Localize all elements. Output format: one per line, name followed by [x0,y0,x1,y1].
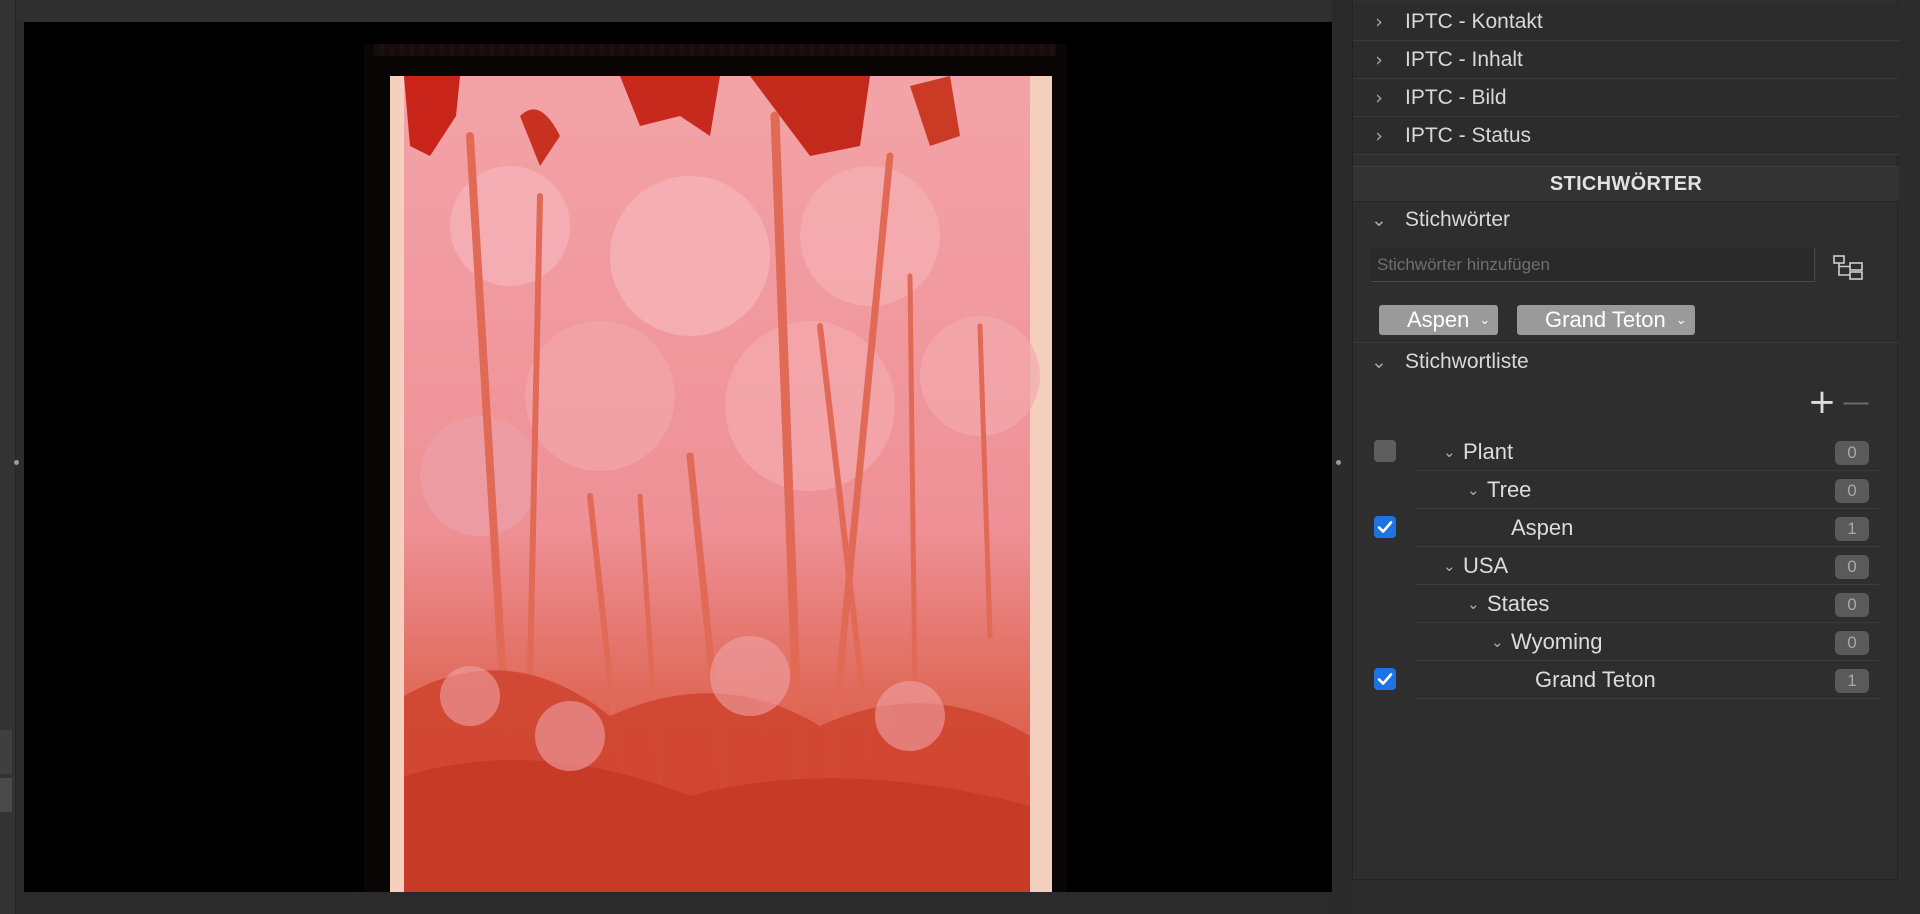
iptc-content-section[interactable]: › IPTC - Inhalt [1353,42,1899,79]
chevron-down-icon: ⌄ [1371,209,1387,231]
keyword-tag-grand-teton[interactable]: Grand Teton ⌄ [1517,305,1695,335]
keyword-count-badge: 0 [1835,441,1869,465]
chevron-down-icon[interactable]: ⌄ [1467,471,1480,509]
checkmark-icon [1377,521,1393,533]
keywords-panel-header[interactable]: STICHWÖRTER [1353,166,1899,202]
iptc-contact-section[interactable]: › IPTC - Kontakt [1353,4,1899,41]
inspector-resize-handle[interactable] [1336,460,1341,465]
keyword-label: Tree [1487,477,1532,502]
keyword-label: States [1487,591,1550,616]
keyword-label: Aspen [1511,515,1574,540]
section-label: IPTC - Inhalt [1405,48,1523,71]
keyword-tree-item-wyoming[interactable]: ⌄ Wyoming 0 [1415,623,1879,661]
keywords-panel-title: STICHWÖRTER [1549,172,1703,195]
left-panel-tab-2[interactable] [0,778,12,812]
tag-label: Aspen [1407,307,1470,332]
section-label: IPTC - Status [1405,124,1532,147]
iptc-image-section[interactable]: › IPTC - Bild [1353,80,1899,117]
keyword-checkbox-aspen[interactable] [1374,516,1396,538]
keyword-label: Plant [1463,439,1514,464]
viewer-top-bar [16,0,1336,22]
section-label: Stichwortliste [1405,350,1529,373]
keyword-label: USA [1463,553,1509,578]
chevron-right-icon: › [1375,11,1383,33]
inspector-panel: › IPTC - Kontakt › IPTC - Inhalt › IPTC … [1352,0,1899,880]
keywords-section-toggle[interactable]: ⌄ Stichwörter [1353,202,1899,238]
viewer-bottom-bar [16,892,1336,914]
photo-artwork [390,76,1052,899]
chevron-right-icon: › [1375,125,1383,147]
keyword-count-badge: 0 [1835,555,1869,579]
film-frame [364,44,1066,904]
keyword-count-badge: 0 [1835,479,1869,503]
keyword-checkbox-grand-teton[interactable] [1374,668,1396,690]
section-label: Stichwörter [1405,208,1511,231]
keyword-label: Grand Teton [1535,667,1656,692]
chevron-right-icon: › [1375,87,1383,109]
divider [1353,342,1899,343]
photo-image[interactable] [390,76,1052,899]
keyword-count-badge: 1 [1835,517,1869,541]
image-viewer[interactable] [24,22,1332,904]
chevron-down-icon[interactable]: ⌄ [1443,547,1456,585]
inspector-divider [1332,0,1352,914]
keyword-tree-item-plant[interactable]: ⌄ Plant 0 [1415,433,1879,471]
chevron-down-icon: ⌄ [1371,351,1387,373]
iptc-status-section[interactable]: › IPTC - Status [1353,118,1899,155]
keyword-tree-item-aspen[interactable]: Aspen 1 [1415,509,1879,547]
section-label: IPTC - Bild [1405,86,1507,109]
chevron-right-icon: › [1375,49,1383,71]
chevron-down-icon: ⌄ [1479,312,1491,328]
keyword-label: Wyoming [1511,629,1603,654]
keyword-checkbox-plant[interactable] [1374,440,1396,462]
chevron-down-icon[interactable]: ⌄ [1491,623,1504,661]
keyword-input[interactable] [1371,248,1815,282]
keyword-count-badge: 0 [1835,631,1869,655]
chevron-down-icon: ⌄ [1675,312,1687,328]
keyword-count-badge: 1 [1835,669,1869,693]
keyword-list-section-toggle[interactable]: ⌄ Stichwortliste [1353,344,1899,380]
left-panel-edge [0,0,19,914]
left-panel-resize-handle[interactable] [14,460,19,465]
keyword-tag-aspen[interactable]: Aspen ⌄ [1379,305,1499,335]
keyword-tree-item-usa[interactable]: ⌄ USA 0 [1415,547,1879,585]
tag-label: Grand Teton [1545,307,1666,332]
chevron-down-icon[interactable]: ⌄ [1443,433,1456,471]
section-label: IPTC - Kontakt [1405,10,1543,33]
keyword-tree-item-states[interactable]: ⌄ States 0 [1415,585,1879,623]
remove-keyword-button[interactable]: — [1841,388,1871,418]
keyword-tree-item-tree[interactable]: ⌄ Tree 0 [1415,471,1879,509]
keyword-tree-item-grand-teton[interactable]: Grand Teton 1 [1415,661,1879,699]
chevron-down-icon[interactable]: ⌄ [1467,585,1480,623]
checkmark-icon [1377,673,1393,685]
keyword-count-badge: 0 [1835,593,1869,617]
left-panel-tab[interactable] [0,730,12,774]
hierarchy-icon[interactable] [1829,252,1869,282]
add-keyword-button[interactable]: + [1807,385,1837,419]
